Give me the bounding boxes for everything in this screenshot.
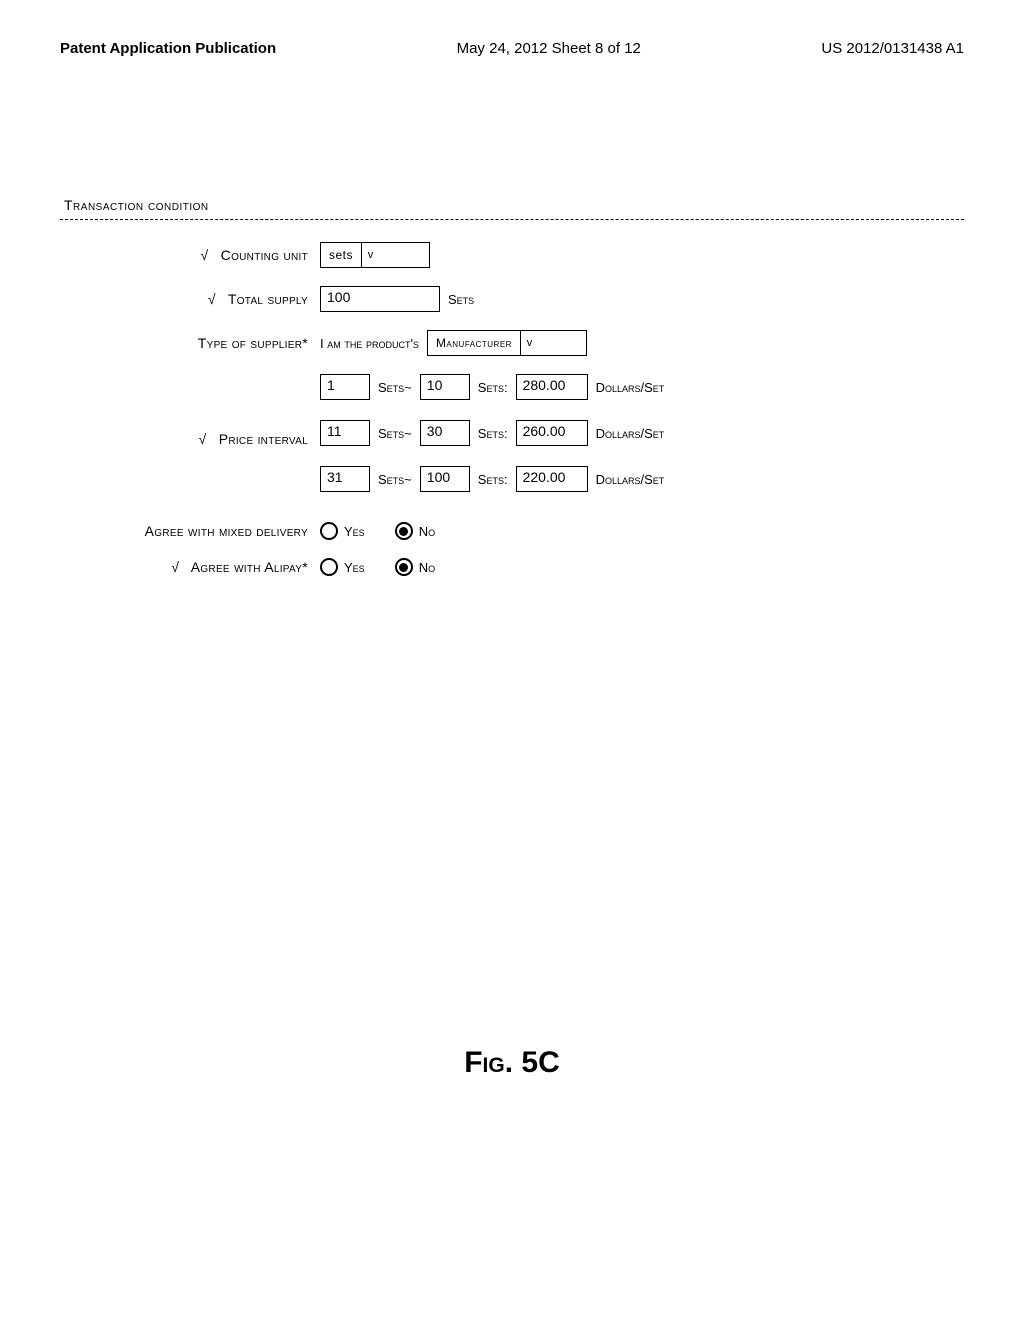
price-value-input[interactable]: 280.00 <box>516 374 588 400</box>
total-supply-unit: Sets <box>448 292 474 307</box>
counting-unit-select[interactable]: sets v <box>320 242 430 268</box>
row-supplier-type: Type of supplier* I am the product's Man… <box>70 330 964 356</box>
label-price-interval: √ Price interval <box>70 431 320 447</box>
label-text-supplier-type: Type of supplier* <box>198 335 308 351</box>
sets-tilde: Sets~ <box>378 472 412 487</box>
radio-icon <box>320 558 338 576</box>
check-icon: √ <box>171 559 187 575</box>
row-alipay: √ Agree with Alipay* Yes No <box>70 558 964 576</box>
label-supplier-type: Type of supplier* <box>70 335 320 351</box>
price-row: 11 Sets~ 30 Sets: 260.00 Dollars/Set <box>320 420 664 446</box>
header-left: Patent Application Publication <box>60 40 276 57</box>
label-text-mixed-delivery: Agree with mixed delivery <box>145 523 308 539</box>
radio-icon <box>395 558 413 576</box>
price-row: 31 Sets~ 100 Sets: 220.00 Dollars/Set <box>320 466 664 492</box>
row-total-supply: √ Total supply 100 Sets <box>70 286 964 312</box>
price-row: 1 Sets~ 10 Sets: 280.00 Dollars/Set <box>320 374 664 400</box>
sets-tilde: Sets~ <box>378 426 412 441</box>
page-header: Patent Application Publication May 24, 2… <box>60 40 964 57</box>
transaction-form: √ Counting unit sets v √ Total supply 10… <box>60 242 964 576</box>
radio-icon <box>395 522 413 540</box>
radio-dot-icon <box>399 527 408 536</box>
label-total-supply: √ Total supply <box>70 291 320 307</box>
price-unit: Dollars/Set <box>596 380 665 395</box>
chevron-down-icon: v <box>520 331 538 355</box>
section-divider <box>60 219 964 220</box>
price-from-input[interactable]: 11 <box>320 420 370 446</box>
row-counting-unit: √ Counting unit sets v <box>70 242 964 268</box>
supplier-type-select[interactable]: Manufacturer v <box>427 330 587 356</box>
label-text-alipay: Agree with Alipay* <box>191 559 308 575</box>
radio-label-yes: Yes <box>344 560 365 575</box>
radio-dot-icon <box>399 563 408 572</box>
check-icon: √ <box>208 291 224 307</box>
price-unit: Dollars/Set <box>596 426 665 441</box>
price-to-input[interactable]: 30 <box>420 420 470 446</box>
sets-colon: Sets: <box>478 472 508 487</box>
alipay-yes-radio[interactable]: Yes <box>320 558 365 576</box>
radio-icon <box>320 522 338 540</box>
sets-tilde: Sets~ <box>378 380 412 395</box>
supplier-prefix: I am the product's <box>320 336 419 351</box>
alipay-no-radio[interactable]: No <box>395 558 435 576</box>
price-from-input[interactable]: 31 <box>320 466 370 492</box>
price-to-input[interactable]: 10 <box>420 374 470 400</box>
section-title: Transaction condition <box>60 197 964 213</box>
radio-label-no: No <box>419 560 435 575</box>
check-icon: √ <box>200 247 216 263</box>
label-counting-unit: √ Counting unit <box>70 247 320 263</box>
radio-label-yes: Yes <box>344 524 365 539</box>
price-to-input[interactable]: 100 <box>420 466 470 492</box>
total-supply-input[interactable]: 100 <box>320 286 440 312</box>
sets-colon: Sets: <box>478 426 508 441</box>
price-value-input[interactable]: 220.00 <box>516 466 588 492</box>
radio-label-no: No <box>419 524 435 539</box>
row-mixed-delivery: Agree with mixed delivery Yes No <box>70 522 964 540</box>
supplier-type-value: Manufacturer <box>428 334 520 352</box>
header-center: May 24, 2012 Sheet 8 of 12 <box>457 40 641 57</box>
counting-unit-value: sets <box>321 246 361 264</box>
label-text-counting-unit: Counting unit <box>221 247 308 263</box>
label-mixed-delivery: Agree with mixed delivery <box>70 523 320 539</box>
mixed-delivery-no-radio[interactable]: No <box>395 522 435 540</box>
price-value-input[interactable]: 260.00 <box>516 420 588 446</box>
label-alipay: √ Agree with Alipay* <box>70 559 320 575</box>
check-icon: √ <box>198 431 214 447</box>
sets-colon: Sets: <box>478 380 508 395</box>
figure-label: Fig. 5C <box>0 1046 1024 1080</box>
chevron-down-icon: v <box>361 243 379 267</box>
label-text-total-supply: Total supply <box>228 291 308 307</box>
price-from-input[interactable]: 1 <box>320 374 370 400</box>
header-right: US 2012/0131438 A1 <box>821 40 964 57</box>
row-price-interval: √ Price interval 1 Sets~ 10 Sets: 280.00… <box>70 374 964 504</box>
price-unit: Dollars/Set <box>596 472 665 487</box>
mixed-delivery-yes-radio[interactable]: Yes <box>320 522 365 540</box>
label-text-price-interval: Price interval <box>219 431 308 447</box>
